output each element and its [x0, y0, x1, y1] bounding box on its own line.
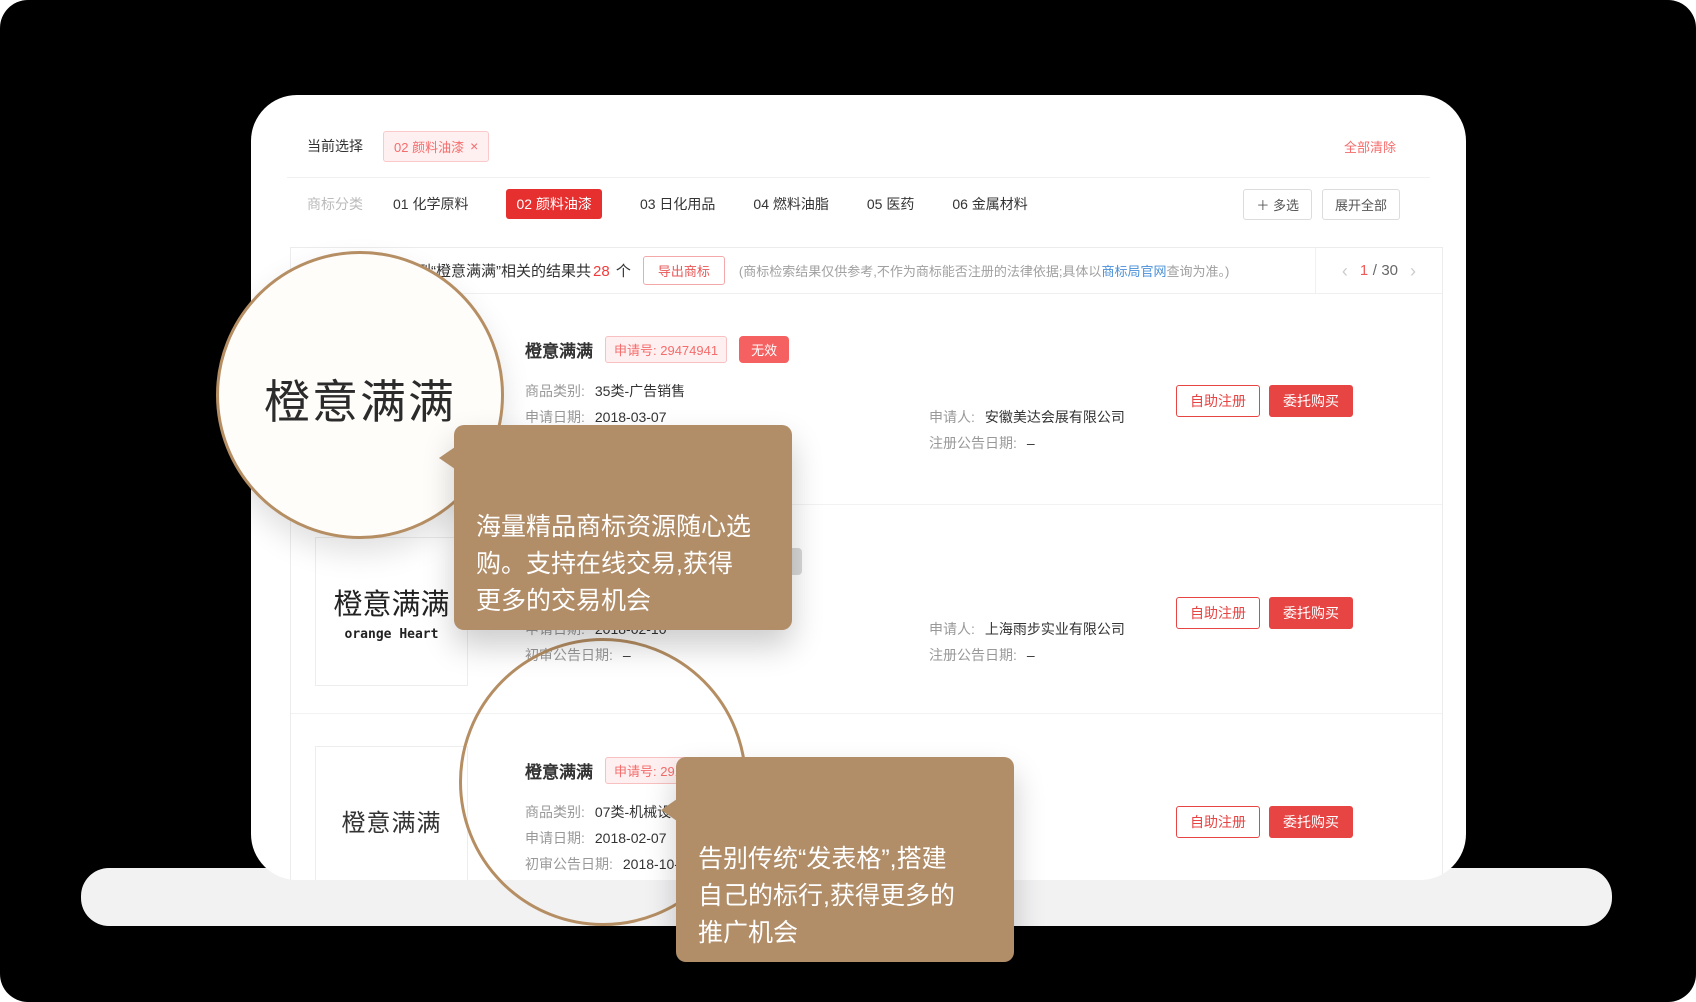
tooltip-promotion: 告别传统“发表格”,搭建 自己的标行,获得更多的 推广机会: [676, 757, 1014, 962]
disclaimer-suffix: 查询为准。): [1166, 264, 1229, 279]
row-actions: 自助注册 委托购买: [1176, 385, 1353, 417]
disclaimer-text: (商标检索结果仅供参考,不作为商标能否注册的法律依据;具体以商标局官网查询为准。…: [739, 261, 1229, 280]
row-actions: 自助注册 委托购买: [1176, 806, 1353, 838]
tooltip-text: 告别传统“发表格”,搭建 自己的标行,获得更多的 推广机会: [698, 845, 955, 947]
clear-all-button[interactable]: 全部清除: [1344, 137, 1396, 156]
tooltip-marketplace: 海量精品商标资源随心选 购。支持在线交易,获得 更多的交易机会: [454, 425, 792, 630]
field-applicant: 申请人: 上海雨步实业有限公司: [929, 619, 1125, 639]
application-number-value: 29474941: [660, 343, 718, 358]
trademark-office-link[interactable]: 商标局官网: [1101, 264, 1166, 279]
selected-filter-tag[interactable]: 02 颜料油漆 ×: [383, 131, 489, 162]
page-separator: /: [1373, 262, 1377, 279]
current-page: 1: [1360, 262, 1368, 279]
trademark-name: 橙意满满: [525, 337, 593, 362]
current-selection-bar: 当前选择 02 颜料油漆 × 全部清除: [307, 125, 1396, 167]
self-register-button[interactable]: 自助注册: [1176, 385, 1260, 417]
screenshot-canvas: 当前选择 02 颜料油漆 × 全部清除 商标分类 01 化学原料 02 颜料油漆…: [0, 0, 1696, 1002]
tooltip-arrow-icon: [439, 447, 455, 469]
current-selection-label: 当前选择: [307, 136, 363, 156]
prev-page-icon[interactable]: ‹: [1342, 262, 1348, 280]
field-value: 安徽美达会展有限公司: [985, 409, 1125, 425]
result-count: 28: [593, 263, 610, 280]
field-value: 上海雨步实业有限公司: [985, 621, 1125, 637]
trademark-image-3: 橙意满满: [315, 746, 468, 880]
divider: [287, 177, 1430, 178]
field-label: 申请人:: [929, 621, 975, 637]
row-title-line: 橙意满满 申请号: 29474941 无效: [525, 336, 789, 363]
field-category: 商品类别: 35类-广告销售: [525, 381, 1225, 401]
field-value: 2018-03-07: [595, 409, 667, 425]
trademark-image-text: 橙意满满: [342, 803, 442, 838]
trademark-image-2: 橙意满满 orange Heart: [315, 537, 468, 686]
entrust-buy-button[interactable]: 委托购买: [1269, 597, 1353, 629]
tooltip-text: 海量精品商标资源随心选 购。支持在线交易,获得 更多的交易机会: [476, 513, 751, 615]
category-item-05[interactable]: 05 医药: [867, 189, 914, 219]
pagination: ‹ 1 / 30 ›: [1315, 248, 1442, 293]
field-label: 注册公告日期:: [929, 647, 1017, 663]
next-page-icon[interactable]: ›: [1410, 262, 1416, 280]
category-item-01[interactable]: 01 化学原料: [393, 189, 468, 219]
trademark-image-subtext: orange Heart: [345, 627, 439, 642]
field-label: 注册公告日期:: [929, 435, 1017, 451]
remove-filter-icon[interactable]: ×: [470, 139, 478, 153]
row-actions: 自助注册 委托购买: [1176, 597, 1353, 629]
total-pages: 30: [1381, 262, 1398, 279]
application-number-tag: 申请号: 29474941: [605, 336, 727, 363]
field-value: 35类-广告销售: [595, 383, 685, 399]
magnified-trademark-text: 橙意满满: [264, 366, 456, 432]
category-item-06[interactable]: 06 金属材料: [952, 189, 1027, 219]
field-apply-date: 申请日期: 2018-03-07 申请人: 安徽美达会展有限公司: [525, 407, 1225, 427]
category-actions: ＋ 多选 展开全部: [1243, 189, 1400, 220]
category-filter-row: 商标分类 01 化学原料 02 颜料油漆 03 日化用品 04 燃料油脂 05 …: [307, 189, 1400, 219]
tooltip-arrow-icon: [661, 799, 677, 821]
disclaimer-prefix: (商标检索结果仅供参考,不作为商标能否注册的法律依据;具体以: [739, 264, 1102, 279]
page-indicator: 1 / 30: [1360, 262, 1398, 280]
export-trademark-button[interactable]: 导出商标: [643, 256, 725, 285]
field-reg-notice: 注册公告日期:–: [929, 645, 1035, 665]
field-label: 申请日期:: [525, 409, 585, 425]
summary-suffix: 个: [612, 263, 631, 280]
field-value: –: [1027, 435, 1035, 451]
category-item-03[interactable]: 03 日化用品: [640, 189, 715, 219]
multi-select-button[interactable]: ＋ 多选: [1243, 189, 1312, 220]
trademark-image-text: 橙意满满: [333, 581, 449, 623]
expand-all-button[interactable]: 展开全部: [1322, 189, 1400, 220]
category-item-04[interactable]: 04 燃料油脂: [753, 189, 828, 219]
self-register-button[interactable]: 自助注册: [1176, 597, 1260, 629]
category-list: 01 化学原料 02 颜料油漆 03 日化用品 04 燃料油脂 05 医药 06…: [393, 189, 1028, 219]
field-value: –: [1027, 647, 1035, 663]
entrust-buy-button[interactable]: 委托购买: [1269, 385, 1353, 417]
self-register-button[interactable]: 自助注册: [1176, 806, 1260, 838]
field-applicant: 申请人: 安徽美达会展有限公司: [929, 407, 1125, 427]
category-item-02-active[interactable]: 02 颜料油漆: [506, 189, 601, 219]
field-label: 商品类别:: [525, 383, 585, 399]
field-reg-notice: 注册公告日期:–: [929, 433, 1035, 453]
selected-filter-text: 02 颜料油漆: [394, 137, 464, 156]
results-header: 当前分类中检索到“橙意满满”相关的结果共28 个 导出商标 (商标检索结果仅供参…: [291, 248, 1442, 294]
entrust-buy-button[interactable]: 委托购买: [1269, 806, 1353, 838]
field-label: 申请人:: [929, 409, 975, 425]
category-label: 商标分类: [307, 194, 363, 214]
status-badge-invalid: 无效: [739, 336, 789, 363]
application-number-label: 申请号:: [614, 343, 660, 358]
